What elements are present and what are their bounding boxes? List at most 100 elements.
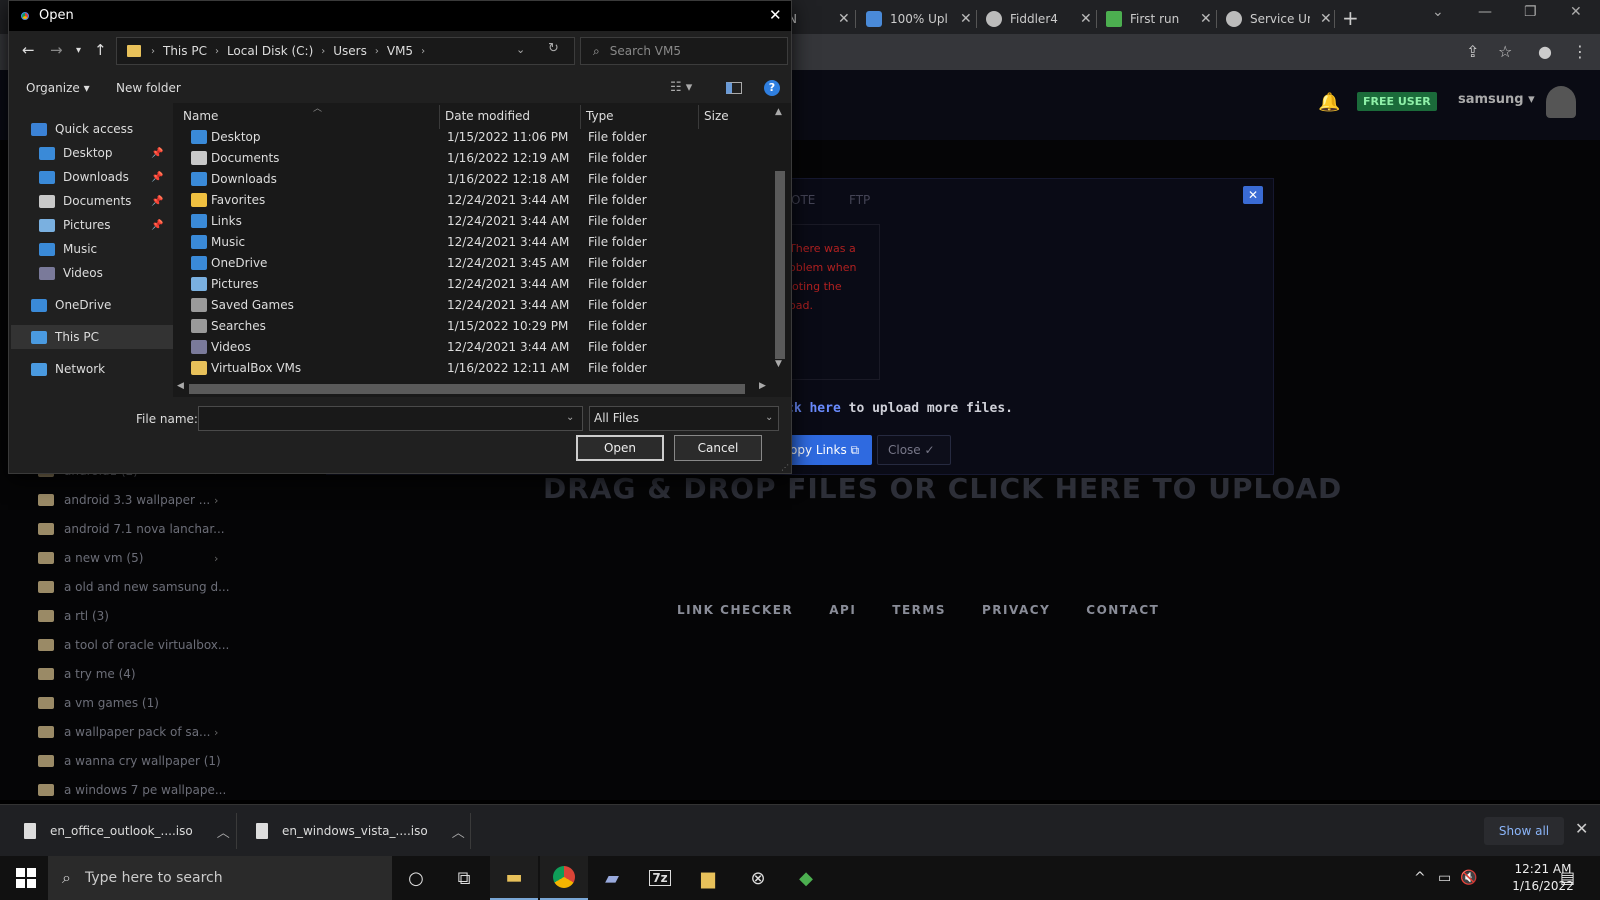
network-icon[interactable]: ▭ (1438, 856, 1451, 900)
table-row[interactable]: Favorites 12/24/2021 3:44 AM File folder (189, 190, 753, 211)
open-button[interactable]: Open (576, 435, 664, 461)
footer-link-privacy[interactable]: PRIVACY (982, 603, 1050, 617)
download-item[interactable]: en_office_outlook_....iso ︿ (24, 805, 230, 857)
table-row[interactable]: Videos 12/24/2021 3:44 AM File folder (189, 337, 753, 358)
user-menu[interactable]: samsung ▾ (1458, 92, 1535, 107)
table-row[interactable]: OneDrive 12/24/2021 3:45 AM File folder (189, 253, 753, 274)
nav-item-onedrive[interactable]: OneDrive (11, 293, 173, 317)
file-name-input[interactable] (198, 406, 583, 431)
panel-tab-ftp[interactable]: FTP (849, 193, 870, 207)
column-header-name[interactable]: Name (183, 109, 218, 123)
nav-item-downloads[interactable]: Downloads 📌 (39, 165, 173, 189)
file-type-select[interactable]: All Files (589, 406, 779, 431)
recent-locations-icon[interactable]: ▾ (76, 45, 81, 56)
refresh-icon[interactable]: ↻ (548, 41, 559, 56)
scroll-left-icon[interactable]: ◀ (177, 381, 184, 391)
minimize-button[interactable]: — (1478, 4, 1492, 20)
footer-link-checker[interactable]: LINK CHECKER (677, 603, 793, 617)
share-icon[interactable]: ⇪ (1466, 42, 1479, 61)
browser-tab[interactable]: Service Ur ✕ (1218, 4, 1340, 34)
chevron-right-icon[interactable]: › (214, 726, 218, 739)
menu-kebab-icon[interactable]: ⋮ (1572, 42, 1588, 61)
scroll-right-icon[interactable]: ▶ (759, 381, 766, 391)
footer-link-contact[interactable]: CONTACT (1086, 603, 1159, 617)
nav-item-pictures[interactable]: Pictures 📌 (39, 213, 173, 237)
close-icon[interactable]: ✕ (960, 11, 972, 27)
panel-tab[interactable]: OTE (791, 193, 815, 207)
downloads-close-icon[interactable]: ✕ (1575, 819, 1588, 838)
column-divider[interactable] (580, 105, 581, 129)
dialog-close-button[interactable]: ✕ (769, 6, 782, 24)
star-icon[interactable]: ☆ (1498, 42, 1512, 61)
folder-list-item[interactable]: a wallpaper pack of sa... › (38, 721, 238, 743)
back-arrow-icon[interactable]: ← (22, 41, 35, 59)
folder-list-item[interactable]: a windows 7 pe wallpape... (38, 779, 238, 801)
chevron-right-icon[interactable]: › (151, 46, 155, 57)
browser-tab[interactable]: Fiddler4 ✕ (978, 4, 1100, 34)
new-folder-button[interactable]: New folder (116, 81, 181, 95)
table-row[interactable]: Links 12/24/2021 3:44 AM File folder (189, 211, 753, 232)
panel-close-button[interactable]: ✕ (1243, 186, 1263, 204)
nav-item-videos[interactable]: Videos (39, 261, 173, 285)
chevron-right-icon[interactable]: › (214, 552, 218, 565)
address-breadcrumb[interactable]: › This PC › Local Disk (C:) › Users › VM… (116, 37, 575, 65)
table-row[interactable]: Downloads 1/16/2022 12:18 AM File folder (189, 169, 753, 190)
footer-link-api[interactable]: API (829, 603, 856, 617)
chevron-up-icon[interactable]: ︿ (217, 822, 230, 841)
pin-icon[interactable]: 📌 (151, 172, 163, 183)
chevron-right-icon[interactable]: › (215, 46, 219, 57)
vertical-scrollbar[interactable]: ▲ ▼ (771, 107, 785, 371)
up-arrow-icon[interactable]: ↑ (94, 41, 107, 59)
chevron-down-icon[interactable]: ⌄ (516, 43, 525, 56)
browser-tab[interactable]: First run ✕ (1098, 4, 1220, 34)
breadcrumb-segment[interactable]: This PC (163, 44, 207, 58)
maximize-button[interactable]: ❐ (1524, 4, 1537, 20)
column-divider[interactable] (439, 105, 440, 129)
drag-drop-zone[interactable]: DRAG & DROP FILES OR CLICK HERE TO UPLOA… (543, 472, 1342, 505)
help-icon[interactable]: ? (764, 80, 780, 96)
browser-tab[interactable]: 100% Upl ✕ (858, 4, 980, 34)
close-icon[interactable]: ✕ (838, 11, 850, 27)
folder-list-item[interactable]: android 7.1 nova lanchar... (38, 518, 238, 540)
copy-links-button[interactable]: opy Links ⧉ (786, 435, 872, 465)
nav-item-quick-access[interactable]: Quick access (11, 117, 173, 141)
pin-icon[interactable]: 📌 (151, 220, 163, 231)
search-input[interactable]: ⌕ Search VM5 (580, 37, 788, 65)
chevron-right-icon[interactable]: › (375, 46, 379, 57)
taskbar-search[interactable]: ⌕ Type here to search (48, 856, 392, 900)
close-icon[interactable]: ✕ (1080, 11, 1092, 27)
breadcrumb-segment[interactable]: VM5 (387, 44, 413, 58)
close-icon[interactable]: ✕ (1200, 11, 1212, 27)
table-row[interactable]: Music 12/24/2021 3:44 AM File folder (189, 232, 753, 253)
chevron-up-icon[interactable]: ^ (1414, 856, 1426, 900)
chevron-right-icon[interactable]: › (214, 494, 218, 507)
resize-grip-icon[interactable]: ⋰ (781, 463, 789, 472)
pin-icon[interactable]: 📌 (151, 196, 163, 207)
chevron-up-icon[interactable]: ︿ (452, 822, 465, 841)
footer-link-terms[interactable]: TERMS (892, 603, 946, 617)
fiddler-icon[interactable]: ◆ (782, 856, 830, 900)
notification-icon[interactable]: ▤ (1560, 868, 1575, 887)
breadcrumb-segment[interactable]: Users (333, 44, 367, 58)
folder-list-item[interactable]: a wanna cry wallpaper (1) (38, 750, 238, 772)
download-item[interactable]: en_windows_vista_....iso ︿ (256, 805, 465, 857)
scroll-up-icon[interactable]: ▲ (775, 107, 782, 117)
new-tab-button[interactable]: + (1342, 6, 1359, 30)
click-here-link[interactable]: ck here (786, 401, 841, 416)
chevron-right-icon[interactable]: › (321, 46, 325, 57)
table-row[interactable]: Searches 1/15/2022 10:29 PM File folder (189, 316, 753, 337)
column-header-size[interactable]: Size (704, 109, 729, 123)
column-header-date[interactable]: Date modified (445, 109, 530, 123)
notepad-icon[interactable]: ▰ (588, 856, 636, 900)
horizontal-scrollbar[interactable]: ◀ ▶ (177, 381, 769, 395)
folder-list-item[interactable]: a old and new samsung d... (38, 576, 238, 598)
forward-arrow-icon[interactable]: → (50, 41, 63, 59)
breadcrumb-segment[interactable]: Local Disk (C:) (227, 44, 313, 58)
nav-item-network[interactable]: Network (11, 357, 173, 381)
scroll-down-icon[interactable]: ▼ (775, 359, 782, 369)
folder-list-item[interactable]: a new vm (5) › (38, 547, 238, 569)
preview-pane-icon[interactable] (726, 82, 742, 94)
task-view-icon[interactable]: ⧉ (440, 856, 488, 900)
nav-item-desktop[interactable]: Desktop 📌 (39, 141, 173, 165)
chevron-right-icon[interactable]: › (421, 46, 425, 57)
